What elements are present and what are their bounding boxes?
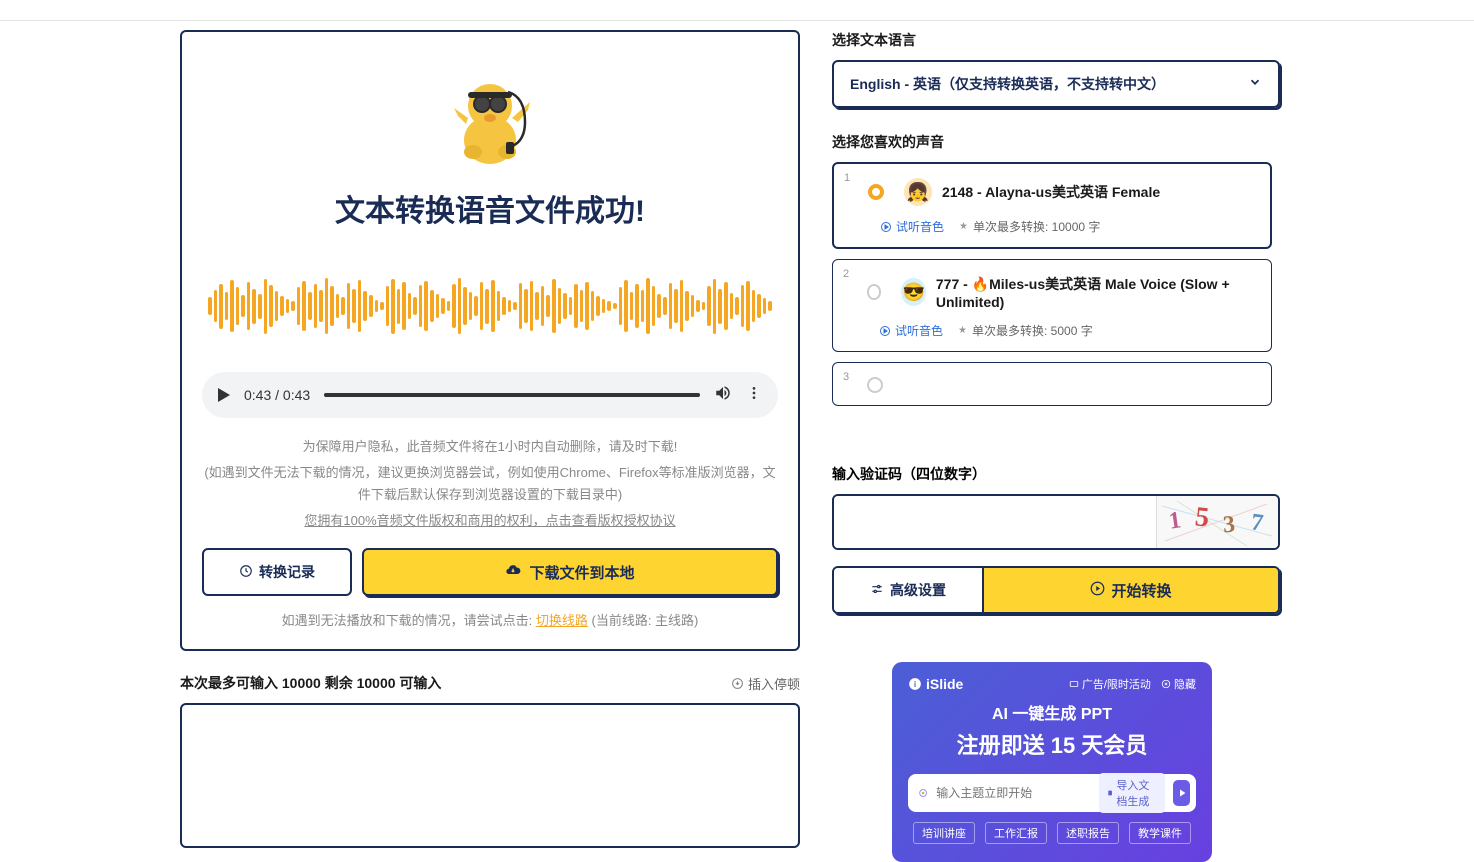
ad-tab[interactable]: 述职报告 bbox=[1057, 822, 1119, 844]
voice-limit: 单次最多转换: 10000 字 bbox=[958, 218, 1100, 235]
language-select[interactable]: English - 英语（仅支持转换英语，不支持转中文） bbox=[832, 60, 1280, 108]
ad-tag: 广告/限时活动 隐藏 bbox=[1069, 676, 1196, 692]
route-text: 如遇到无法播放和下载的情况，请尝试点击: 切换线路 (当前线路: 主线路) bbox=[202, 610, 778, 629]
file-icon bbox=[1107, 788, 1113, 798]
advanced-label: 高级设置 bbox=[890, 580, 946, 600]
copyright-link[interactable]: 您拥有100%音频文件版权和商用的权利，点击查看版权授权协议 bbox=[304, 513, 675, 528]
voice-card[interactable]: 3 bbox=[832, 362, 1272, 406]
voice-card[interactable]: 2 😎 777 - 🔥Miles-us美式英语 Male Voice (Slow +… bbox=[832, 259, 1272, 352]
voice-number: 1 bbox=[844, 172, 850, 184]
ad-icon bbox=[1069, 679, 1079, 689]
voice-avatar: 👧 bbox=[904, 178, 932, 206]
text-input[interactable] bbox=[180, 703, 800, 848]
download-button[interactable]: 下载文件到本地 bbox=[362, 548, 778, 596]
voice-radio[interactable] bbox=[867, 284, 881, 300]
voice-avatar: 😎 bbox=[901, 278, 925, 306]
voice-number: 3 bbox=[843, 371, 849, 383]
ad-import-chip[interactable]: 导入文档生成 bbox=[1099, 773, 1165, 813]
preview-voice-link[interactable]: 试听音色 bbox=[879, 322, 943, 339]
ad-input[interactable] bbox=[936, 786, 1091, 800]
history-button-label: 转换记录 bbox=[259, 562, 315, 582]
sparkle-icon bbox=[918, 785, 928, 801]
voice-number: 2 bbox=[843, 268, 849, 280]
captcha-label: 输入验证码（四位数字） bbox=[832, 464, 1280, 484]
waveform bbox=[202, 270, 778, 342]
audio-time: 0:43 / 0:43 bbox=[244, 387, 310, 403]
result-card: 文本转换语音文件成功! 0:43 / 0:43 为保障用户隐私，此音频文件将在1… bbox=[180, 30, 800, 651]
mascot-image bbox=[430, 62, 550, 172]
captcha-input[interactable] bbox=[834, 496, 1156, 548]
voice-name: 2148 - Alayna-us美式英语 Female bbox=[942, 182, 1160, 202]
audio-progress[interactable] bbox=[324, 393, 700, 397]
ad-go-button[interactable] bbox=[1173, 780, 1190, 806]
chevron-down-icon bbox=[1248, 75, 1262, 94]
voice-label: 选择您喜欢的声音 bbox=[832, 132, 1280, 152]
history-button[interactable]: 转换记录 bbox=[202, 548, 352, 596]
sliders-icon bbox=[870, 582, 884, 599]
voice-limit: 单次最多转换: 5000 字 bbox=[957, 322, 1093, 339]
language-label: 选择文本语言 bbox=[832, 30, 1280, 50]
ad-subtitle: 注册即送 15 天会员 bbox=[908, 728, 1196, 760]
ad-brand: i iSlide bbox=[908, 676, 963, 692]
privacy-notice-2: (如遇到文件无法下载的情况，建议更换浏览器尝试，例如使用Chrome、Firef… bbox=[202, 462, 778, 506]
more-icon[interactable] bbox=[746, 385, 762, 406]
switch-route-link[interactable]: 切换线路 bbox=[536, 613, 588, 628]
cloud-download-icon bbox=[505, 562, 521, 582]
ad-tab[interactable]: 工作汇报 bbox=[985, 822, 1047, 844]
info-icon: i bbox=[908, 677, 922, 691]
close-icon bbox=[1161, 679, 1171, 689]
ad-title: AI 一键生成 PPT bbox=[908, 700, 1196, 724]
play-icon[interactable] bbox=[218, 388, 230, 402]
voice-radio[interactable] bbox=[868, 184, 884, 200]
captcha-row: 1 5 3 7 bbox=[832, 494, 1280, 550]
clock-icon bbox=[239, 564, 253, 581]
success-title: 文本转换语音文件成功! bbox=[202, 186, 778, 230]
svg-text:i: i bbox=[914, 680, 916, 689]
preview-voice-link[interactable]: 试听音色 bbox=[880, 218, 944, 235]
voice-name: 777 - 🔥Miles-us美式英语 Male Voice (Slow + U… bbox=[936, 274, 1255, 310]
insert-pause-button[interactable]: 插入停顿 bbox=[731, 674, 800, 693]
download-button-label: 下载文件到本地 bbox=[529, 562, 634, 583]
arrow-down-icon bbox=[731, 677, 744, 690]
voice-radio[interactable] bbox=[867, 377, 883, 393]
start-convert-button[interactable]: 开始转换 bbox=[984, 568, 1278, 612]
audio-player[interactable]: 0:43 / 0:43 bbox=[202, 372, 778, 418]
ad-tab[interactable]: 教学课件 bbox=[1129, 822, 1191, 844]
play-circle-icon bbox=[1090, 581, 1105, 600]
language-selected: English - 英语（仅支持转换英语，不支持转中文） bbox=[850, 74, 1165, 94]
advanced-settings-button[interactable]: 高级设置 bbox=[834, 568, 984, 612]
ad-tab[interactable]: 培训讲座 bbox=[913, 822, 975, 844]
ad-tabs: 培训讲座工作汇报述职报告教学课件 bbox=[908, 822, 1196, 844]
ad-hide-button[interactable]: 隐藏 bbox=[1161, 676, 1196, 692]
voice-card[interactable]: 1 👧 2148 - Alayna-us美式英语 Female 试听音色单次最多转换:… bbox=[832, 162, 1272, 249]
captcha-image[interactable]: 1 5 3 7 bbox=[1156, 496, 1278, 548]
play-icon bbox=[1176, 787, 1188, 799]
start-label: 开始转换 bbox=[1111, 580, 1171, 601]
ad-card[interactable]: i iSlide 广告/限时活动 隐藏 AI 一键生成 PPT 注册即送 15 … bbox=[892, 662, 1212, 862]
insert-pause-label: 插入停顿 bbox=[748, 674, 800, 693]
ad-input-row[interactable]: 导入文档生成 bbox=[908, 774, 1196, 812]
volume-icon[interactable] bbox=[714, 384, 732, 407]
char-count-info: 本次最多可输入 10000 剩余 10000 可输入 bbox=[180, 673, 441, 693]
privacy-notice-1: 为保障用户隐私，此音频文件将在1小时内自动删除，请及时下载! bbox=[202, 436, 778, 458]
voice-list[interactable]: 1👧2148 - Alayna-us美式英语 Female试听音色单次最多转换:… bbox=[832, 162, 1280, 444]
